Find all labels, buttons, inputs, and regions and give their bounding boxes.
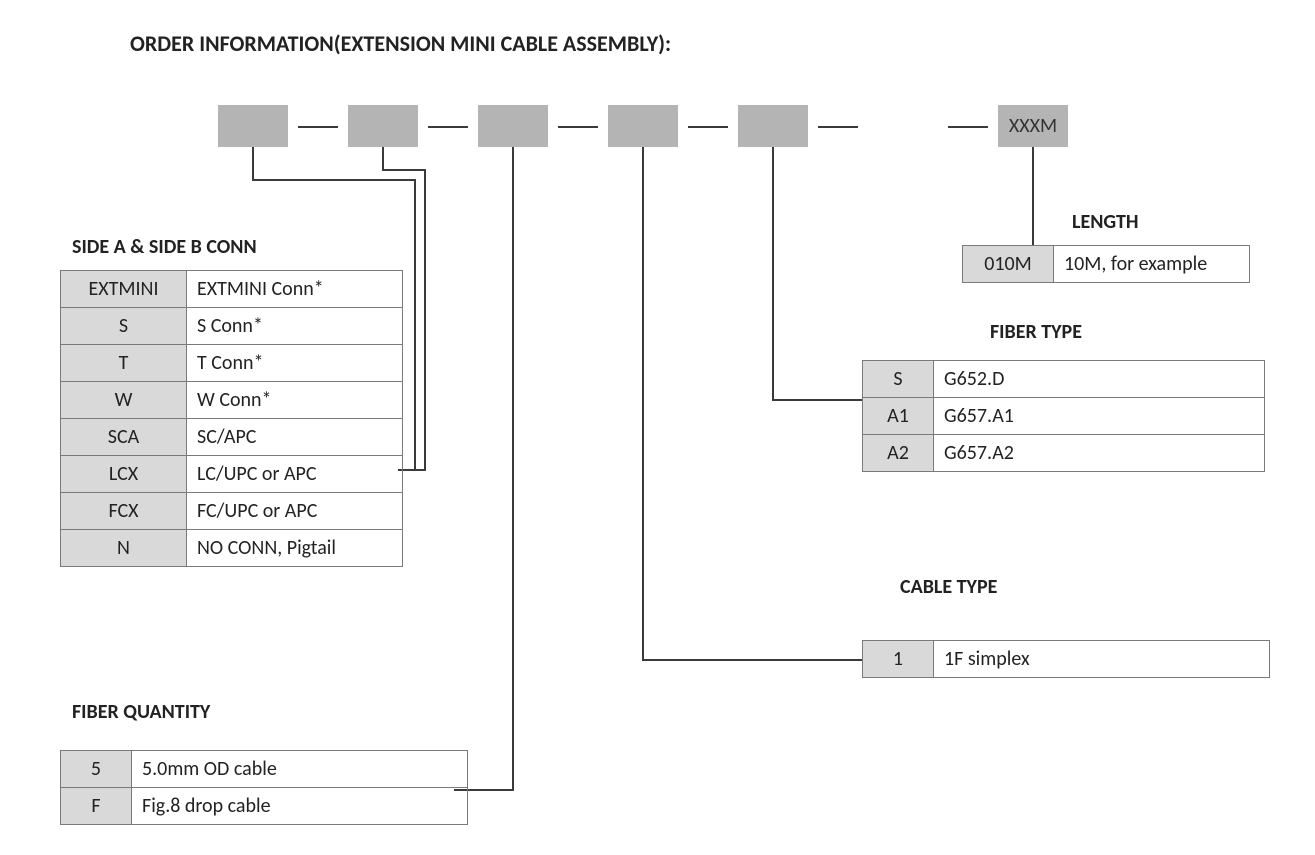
table-length: 010M10M, for example xyxy=(962,245,1250,283)
code-cell: 1 xyxy=(863,641,934,678)
partcode-box-4 xyxy=(608,105,678,147)
table-row: FFig.8 drop cable xyxy=(61,788,468,825)
table-row: 010M10M, for example xyxy=(963,246,1250,283)
partcode-box-1 xyxy=(218,105,288,147)
table-fibertype: SG652.D A1G657.A1 A2G657.A2 xyxy=(862,360,1265,472)
desc-cell: 1F simplex xyxy=(934,641,1270,678)
desc-cell: FC/UPC or APC xyxy=(187,493,403,530)
dash-icon xyxy=(428,126,468,128)
code-cell: W xyxy=(61,382,187,419)
table-fiberqty: 55.0mm OD cable FFig.8 drop cable xyxy=(60,750,468,825)
order-info-diagram: ORDER INFORMATION(EXTENSION MINI CABLE A… xyxy=(0,0,1315,855)
dash-icon xyxy=(688,126,728,128)
desc-cell: G657.A2 xyxy=(934,435,1265,472)
code-cell: EXTMINI xyxy=(61,271,187,308)
partcode-box-6: XXXM xyxy=(998,105,1068,147)
table-row: SCASC/APC xyxy=(61,419,403,456)
desc-cell: W Conn* xyxy=(187,382,403,419)
table-row: LCXLC/UPC or APC xyxy=(61,456,403,493)
code-cell: S xyxy=(61,308,187,345)
desc-cell: 10M, for example xyxy=(1054,246,1250,283)
section-title-fibertype: FIBER TYPE xyxy=(990,320,1082,344)
dash-icon xyxy=(948,126,988,128)
section-title-length: LENGTH xyxy=(1072,210,1139,234)
dash-icon xyxy=(298,126,338,128)
table-cabletype: 11F simplex xyxy=(862,640,1270,678)
desc-cell: G652.D xyxy=(934,361,1265,398)
page-title: ORDER INFORMATION(EXTENSION MINI CABLE A… xyxy=(130,30,671,57)
code-cell: T xyxy=(61,345,187,382)
table-row: SS Conn* xyxy=(61,308,403,345)
partcode-box-3 xyxy=(478,105,548,147)
code-cell: N xyxy=(61,530,187,567)
partcode-box-5 xyxy=(738,105,808,147)
section-title-cabletype: CABLE TYPE xyxy=(900,575,997,599)
table-row: A2G657.A2 xyxy=(863,435,1265,472)
dash-icon xyxy=(818,126,858,128)
desc-cell: 5.0mm OD cable xyxy=(132,751,468,788)
table-row: SG652.D xyxy=(863,361,1265,398)
table-row: 11F simplex xyxy=(863,641,1270,678)
section-title-sideab: SIDE A & SIDE B CONN xyxy=(72,235,257,259)
code-cell: FCX xyxy=(61,493,187,530)
desc-cell: LC/UPC or APC xyxy=(187,456,403,493)
section-title-fiberqty: FIBER QUANTITY xyxy=(72,700,210,724)
desc-cell: SC/APC xyxy=(187,419,403,456)
desc-cell: S Conn* xyxy=(187,308,403,345)
code-cell: A1 xyxy=(863,398,934,435)
table-row: A1G657.A1 xyxy=(863,398,1265,435)
table-row: WW Conn* xyxy=(61,382,403,419)
table-row: 55.0mm OD cable xyxy=(61,751,468,788)
partcode-box-2 xyxy=(348,105,418,147)
table-row: TT Conn* xyxy=(61,345,403,382)
code-cell: 010M xyxy=(963,246,1054,283)
desc-cell: Fig.8 drop cable xyxy=(132,788,468,825)
partcode-text-6: XXXM xyxy=(1009,114,1057,138)
desc-cell: G657.A1 xyxy=(934,398,1265,435)
desc-cell: T Conn* xyxy=(187,345,403,382)
table-row: EXTMINIEXTMINI Conn* xyxy=(61,271,403,308)
code-cell: LCX xyxy=(61,456,187,493)
code-cell: S xyxy=(863,361,934,398)
code-cell: A2 xyxy=(863,435,934,472)
desc-cell: EXTMINI Conn* xyxy=(187,271,403,308)
table-row: FCXFC/UPC or APC xyxy=(61,493,403,530)
table-row: NNO CONN, Pigtail xyxy=(61,530,403,567)
table-sideab: EXTMINIEXTMINI Conn* SS Conn* TT Conn* W… xyxy=(60,270,403,567)
desc-cell: NO CONN, Pigtail xyxy=(187,530,403,567)
code-cell: F xyxy=(61,788,132,825)
code-cell: SCA xyxy=(61,419,187,456)
code-cell: 5 xyxy=(61,751,132,788)
dash-icon xyxy=(558,126,598,128)
